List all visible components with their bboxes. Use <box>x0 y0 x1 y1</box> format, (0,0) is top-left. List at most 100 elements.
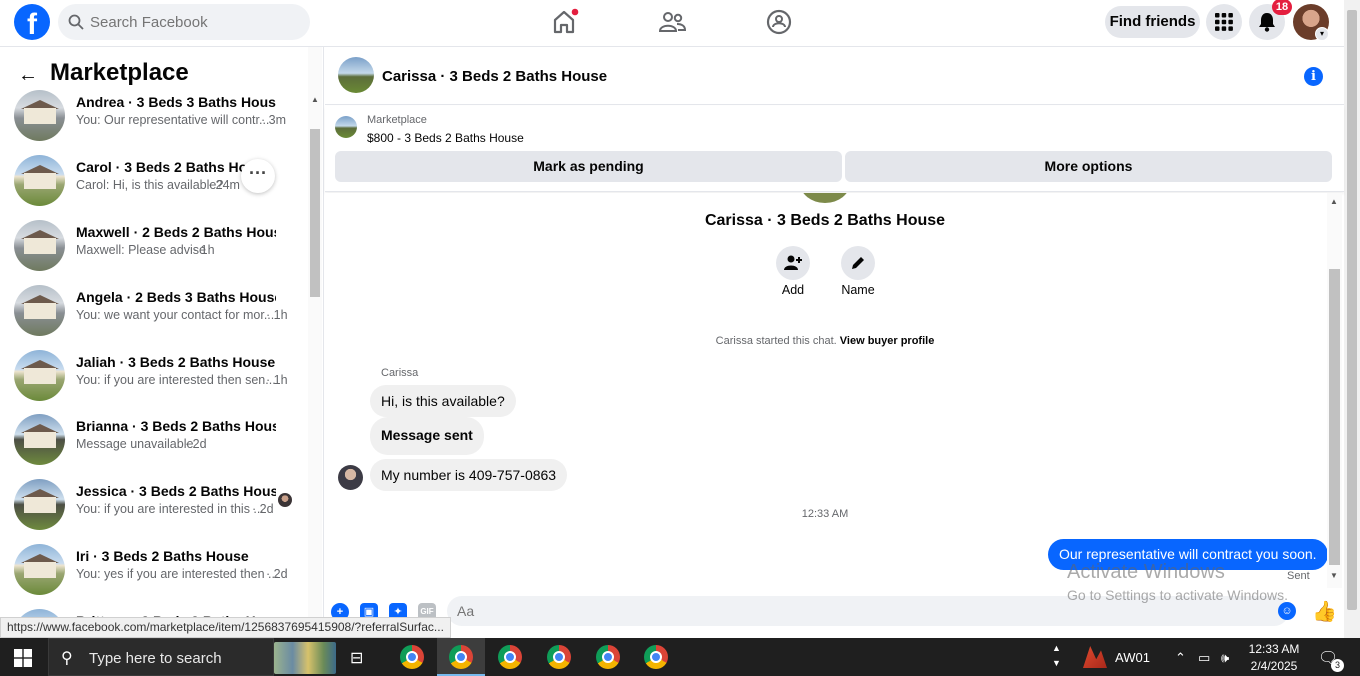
chrome-icon <box>400 645 424 669</box>
conversation-time: · 24m <box>208 178 240 192</box>
message-bubble[interactable]: Hi, is this available? <box>370 385 516 417</box>
name-button[interactable] <box>841 246 875 280</box>
groups-icon[interactable] <box>764 7 794 37</box>
friends-icon[interactable] <box>657 7 687 37</box>
emoji-icon[interactable]: ☺ <box>1278 602 1296 620</box>
activate-subtitle: Go to Settings to activate Windows. <box>1067 587 1288 603</box>
windows-taskbar: ⚲ Type here to search ⊟ ▲ ▼ AW01 ⌃ ▭ 🕪 12… <box>0 638 1360 676</box>
taskbar-chrome-1[interactable] <box>388 638 436 676</box>
search-highlight-image[interactable] <box>274 642 336 674</box>
aw-app-label[interactable]: AW01 <box>1115 650 1150 665</box>
listing-thumbnail <box>14 414 65 465</box>
message-bubble[interactable]: My number is 409-757-0863 <box>370 459 568 491</box>
page-scrollbar[interactable] <box>1344 0 1360 638</box>
chevron-down-icon[interactable]: ▾ <box>1315 27 1329 41</box>
menu-button[interactable] <box>1206 4 1242 40</box>
windows-start-icon[interactable] <box>14 649 32 667</box>
conversation-snippet: Carol: Hi, is this available? <box>76 178 224 192</box>
conversation-item[interactable]: Maxwell · 2 Beds 2 Baths House Maxwell: … <box>0 212 306 277</box>
listing-thumbnail[interactable] <box>335 116 357 138</box>
conversation-name: Iri · 3 Beds 2 Baths House <box>76 548 249 564</box>
view-buyer-profile-link[interactable]: View buyer profile <box>840 335 935 347</box>
activate-title: Activate Windows <box>1067 561 1225 583</box>
conversation-snippet: You: if you are interested in this ... <box>76 502 264 516</box>
taskbar-chrome-6[interactable] <box>632 638 680 676</box>
conversation-snippet: You: if you are interested then sen... <box>76 373 276 387</box>
mark-as-pending-button[interactable]: Mark as pending <box>335 151 842 182</box>
action-center-badge: 3 <box>1331 659 1344 672</box>
chrome-icon <box>547 645 571 669</box>
taskbar-clock[interactable]: 12:33 AM 2/4/2025 <box>1246 642 1302 673</box>
grid-menu-icon <box>1215 13 1233 31</box>
more-options-button[interactable]: More options <box>845 151 1332 182</box>
search-input[interactable] <box>90 4 300 40</box>
conversation-item[interactable]: Jessica · 3 Beds 2 Baths House You: if y… <box>0 471 306 536</box>
home-icon[interactable] <box>549 7 579 37</box>
sender-avatar[interactable] <box>338 465 363 490</box>
pencil-icon <box>852 257 864 269</box>
sent-status: Sent <box>1287 570 1310 582</box>
taskbar-scroll-arrows[interactable]: ▲ ▼ <box>1052 641 1061 671</box>
conversation-time: · 3m <box>261 113 286 127</box>
conversation-name: Maxwell · 2 Beds 2 Baths House <box>76 224 276 240</box>
add-button[interactable] <box>776 246 810 280</box>
conversation-time: · 2d <box>252 502 274 516</box>
conversation-item[interactable]: Iri · 3 Beds 2 Baths House You: yes if y… <box>0 536 306 601</box>
conversation-snippet: You: yes if you are interested then ... <box>76 567 279 581</box>
chat-avatar[interactable] <box>338 57 374 93</box>
message-bubble[interactable]: Message sent <box>370 417 484 455</box>
messages-scrollbar[interactable]: ▲ ▼ <box>1327 193 1342 588</box>
thumbs-up-icon[interactable]: 👍 <box>1312 599 1337 623</box>
find-friends-button[interactable]: Find friends <box>1105 6 1200 38</box>
tray-expand-icon[interactable]: ⌃ <box>1175 650 1186 666</box>
conversation-item[interactable]: Angela · 2 Beds 3 Baths House You: we wa… <box>0 277 306 342</box>
search-box[interactable] <box>58 4 310 40</box>
facebook-logo-icon[interactable]: f <box>14 4 50 40</box>
conversation-item[interactable]: Andrea · 3 Beds 3 Baths House You: Our r… <box>0 82 306 147</box>
conversation-time: · 1h <box>193 243 215 257</box>
taskbar-chrome-5[interactable] <box>584 638 632 676</box>
conversation-snippet: Maxwell: Please advise <box>76 243 206 257</box>
conversation-time: · 1h <box>266 308 288 322</box>
add-label: Add <box>781 283 805 297</box>
conversation-item[interactable]: Jaliah · 3 Beds 2 Baths House You: if yo… <box>0 342 306 407</box>
clock-time: 12:33 AM <box>1248 642 1300 656</box>
listing-thumbnail <box>14 544 65 595</box>
name-label: Name <box>841 283 875 297</box>
search-icon <box>68 14 84 30</box>
aw-app-icon[interactable] <box>1083 646 1107 668</box>
listing-label: Marketplace <box>367 114 427 126</box>
taskbar-search[interactable]: ⚲ Type here to search <box>48 638 274 676</box>
conversation-more-button[interactable]: ··· <box>241 159 275 193</box>
conversation-snippet: Message unavailable <box>76 437 194 451</box>
task-view-icon[interactable]: ⊟ <box>350 648 363 668</box>
conversation-time: · 2d <box>185 437 207 451</box>
listing-thumbnail <box>14 90 65 141</box>
marketplace-sidebar: ← Marketplace Andrea · 3 Beds 3 Baths Ho… <box>0 47 324 638</box>
seen-avatar <box>278 493 292 507</box>
chrome-icon <box>449 645 473 669</box>
sidebar-scrollbar[interactable]: ▲ <box>308 47 322 638</box>
buyer-profile-photo[interactable] <box>800 193 850 203</box>
top-navigation-bar: f Find friends 18 ▾ <box>0 0 1344 47</box>
sender-name: Carissa <box>381 367 419 379</box>
bell-icon <box>1259 13 1275 32</box>
taskbar-chrome-2[interactable] <box>437 638 485 676</box>
listing-thumbnail <box>14 155 65 206</box>
info-icon[interactable]: i <box>1304 67 1323 86</box>
message-thread: Carissa · 3 Beds 2 Baths House Add Name … <box>325 193 1327 588</box>
taskbar-chrome-3[interactable] <box>486 638 534 676</box>
listing-thumbnail <box>14 479 65 530</box>
chat-title[interactable]: Carissa · 3 Beds 2 Baths House <box>382 68 607 85</box>
conversation-snippet: You: we want your contact for mor... <box>76 308 275 322</box>
listing-thumbnail <box>14 220 65 271</box>
taskbar-chrome-4[interactable] <box>535 638 583 676</box>
notification-badge: 18 <box>1272 0 1292 15</box>
listing-thumbnail <box>14 285 65 336</box>
conversation-item[interactable]: Brianna · 3 Beds 2 Baths House Message u… <box>0 406 306 471</box>
listing-price[interactable]: $800 - 3 Beds 2 Baths House <box>367 131 524 145</box>
clock-date: 2/4/2025 <box>1250 659 1298 673</box>
network-icon[interactable]: ▭ <box>1198 650 1210 666</box>
taskbar-search-text: Type here to search <box>89 650 222 667</box>
volume-icon[interactable]: 🕪 <box>1221 650 1229 666</box>
